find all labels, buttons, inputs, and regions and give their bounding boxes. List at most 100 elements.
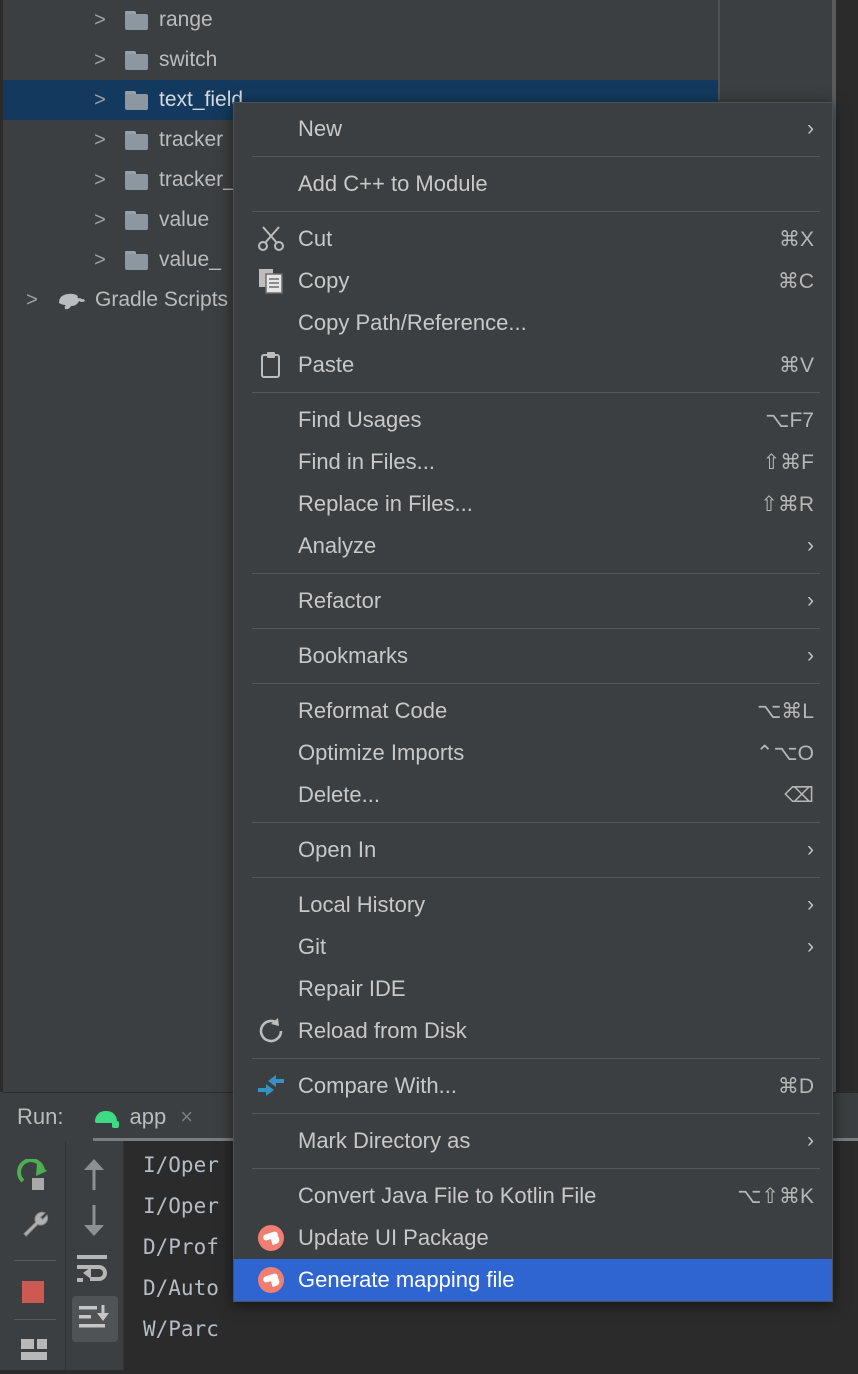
- menu-item-bookmarks[interactable]: Bookmarks ›: [234, 635, 832, 677]
- chevron-right-icon[interactable]: >: [89, 169, 111, 192]
- tree-column-edge: [718, 0, 720, 100]
- menu-separator: [252, 1058, 820, 1059]
- toolbar-separator: [14, 1319, 56, 1320]
- menu-item-copy[interactable]: Copy ⌘C: [234, 260, 832, 302]
- menu-item-open-in[interactable]: Open In ›: [234, 829, 832, 871]
- chevron-right-icon[interactable]: >: [89, 209, 111, 232]
- menu-item-find-usages[interactable]: Find Usages ⌥F7: [234, 399, 832, 441]
- menu-item-find-in-files[interactable]: Find in Files... ⇧⌘F: [234, 441, 832, 483]
- menu-item-git[interactable]: Git ›: [234, 926, 832, 968]
- chevron-right-icon[interactable]: >: [89, 89, 111, 112]
- menu-item-update-ui-package[interactable]: Update UI Package: [234, 1217, 832, 1259]
- chevron-right-icon[interactable]: >: [21, 289, 43, 312]
- menu-item-generate-mapping-file[interactable]: Generate mapping file: [234, 1259, 832, 1301]
- menu-item-shortcut: ⌥⌘L: [757, 699, 814, 723]
- menu-item-label: Add C++ to Module: [298, 171, 488, 196]
- menu-item-refactor[interactable]: Refactor ›: [234, 580, 832, 622]
- menu-separator: [252, 156, 820, 157]
- menu-item-label: Copy: [298, 268, 350, 293]
- menu-item-label: New: [298, 116, 343, 141]
- folder-icon: [125, 250, 149, 270]
- console-line: W/Parc: [143, 1317, 219, 1341]
- menu-item-label: Find in Files...: [298, 449, 435, 474]
- menu-item-label: Delete...: [298, 782, 380, 807]
- menu-item-icon-slot: [254, 483, 288, 525]
- menu-separator: [252, 211, 820, 212]
- tree-item-label: range: [159, 8, 213, 31]
- menu-item-optimize-imports[interactable]: Optimize Imports ⌃⌥O: [234, 732, 832, 774]
- menu-item-icon-slot: [254, 829, 288, 871]
- menu-item-label: Mark Directory as: [298, 1128, 471, 1153]
- menu-item-shortcut: ⌃⌥O: [755, 741, 814, 765]
- menu-item-analyze[interactable]: Analyze ›: [234, 525, 832, 567]
- menu-item-icon-slot: [254, 108, 288, 150]
- menu-item-label: Local History: [298, 892, 426, 917]
- gradle-elephant-icon: [57, 289, 87, 311]
- tree-right-filler: [720, 0, 832, 100]
- menu-item-label: Analyze: [298, 533, 377, 558]
- folder-icon: [125, 90, 149, 110]
- android-robot-icon: [93, 1107, 121, 1128]
- tree-item-range[interactable]: > range: [3, 0, 718, 40]
- menu-item-shortcut: ⌥F7: [765, 408, 814, 432]
- menu-item-delete[interactable]: Delete... ⌫: [234, 774, 832, 816]
- menu-item-add-c-to-module[interactable]: Add C++ to Module: [234, 163, 832, 205]
- folder-icon: [125, 130, 149, 150]
- folder-icon: [125, 50, 149, 70]
- run-tab-app[interactable]: app ×: [93, 1093, 193, 1141]
- menu-item-reformat-code[interactable]: Reformat Code ⌥⌘L: [234, 690, 832, 732]
- copy-icon: [254, 260, 288, 302]
- chevron-right-icon[interactable]: >: [89, 49, 111, 72]
- menu-separator: [252, 573, 820, 574]
- menu-item-label: Refactor: [298, 588, 382, 613]
- menu-item-icon-slot: [254, 1120, 288, 1162]
- menu-item-shortcut: ⌥⇧⌘K: [737, 1184, 814, 1208]
- menu-item-paste[interactable]: Paste ⌘V: [234, 344, 832, 386]
- menu-item-convert-java-file-to-kotlin-file[interactable]: Convert Java File to Kotlin File ⌥⇧⌘K: [234, 1175, 832, 1217]
- menu-item-label: Git: [298, 934, 327, 959]
- chevron-right-icon[interactable]: >: [89, 249, 111, 272]
- run-toolbar-secondary: [66, 1141, 124, 1370]
- menu-item-icon-slot: [254, 163, 288, 205]
- ide-root: > range > switch > text_field > tracker > tracker…: [0, 0, 858, 1374]
- tree-item-label: switch: [159, 48, 218, 71]
- menu-item-label: Replace in Files...: [298, 491, 473, 516]
- menu-item-compare-with[interactable]: Compare With... ⌘D: [234, 1065, 832, 1107]
- up-arrow-icon[interactable]: [79, 1156, 109, 1194]
- menu-item-reload-from-disk[interactable]: Reload from Disk: [234, 1010, 832, 1052]
- soft-wrap-icon[interactable]: [77, 1254, 111, 1284]
- menu-item-label: Cut: [298, 226, 333, 251]
- menu-item-new[interactable]: New ›: [234, 108, 832, 150]
- menu-item-label: Copy Path/Reference...: [298, 310, 527, 335]
- layout-icon[interactable]: [21, 1339, 47, 1365]
- menu-item-local-history[interactable]: Local History ›: [234, 884, 832, 926]
- toolbar-separator: [14, 1260, 56, 1261]
- stop-icon[interactable]: [22, 1281, 44, 1303]
- close-icon[interactable]: ×: [180, 1106, 193, 1128]
- menu-separator: [252, 1113, 820, 1114]
- chevron-right-icon: ›: [807, 534, 814, 557]
- menu-item-label: Update UI Package: [298, 1225, 489, 1250]
- menu-item-cut[interactable]: Cut ⌘X: [234, 218, 832, 260]
- wrench-settings-icon[interactable]: [19, 1209, 51, 1241]
- tree-item-label: tracker_: [159, 168, 235, 191]
- menu-item-mark-directory-as[interactable]: Mark Directory as ›: [234, 1120, 832, 1162]
- menu-separator: [252, 877, 820, 878]
- menu-item-copy-path-reference[interactable]: Copy Path/Reference...: [234, 302, 832, 344]
- tree-item-label: value: [159, 208, 210, 231]
- down-arrow-icon[interactable]: [79, 1201, 109, 1239]
- scroll-to-end-icon[interactable]: [79, 1304, 111, 1334]
- chevron-right-icon[interactable]: >: [89, 9, 111, 32]
- chevron-right-icon[interactable]: >: [89, 129, 111, 152]
- chevron-right-icon: ›: [807, 644, 814, 667]
- tree-item-switch[interactable]: > switch: [3, 40, 718, 80]
- refresh-icon: [254, 1010, 288, 1052]
- menu-item-label: Paste: [298, 352, 355, 377]
- menu-item-replace-in-files[interactable]: Replace in Files... ⇧⌘R: [234, 483, 832, 525]
- menu-item-repair-ide[interactable]: Repair IDE: [234, 968, 832, 1010]
- tree-item-label: value_: [159, 248, 221, 271]
- run-window-label: Run:: [17, 1104, 64, 1129]
- clipboard-icon: [254, 344, 288, 386]
- rerun-icon[interactable]: [17, 1159, 53, 1195]
- menu-separator: [252, 628, 820, 629]
